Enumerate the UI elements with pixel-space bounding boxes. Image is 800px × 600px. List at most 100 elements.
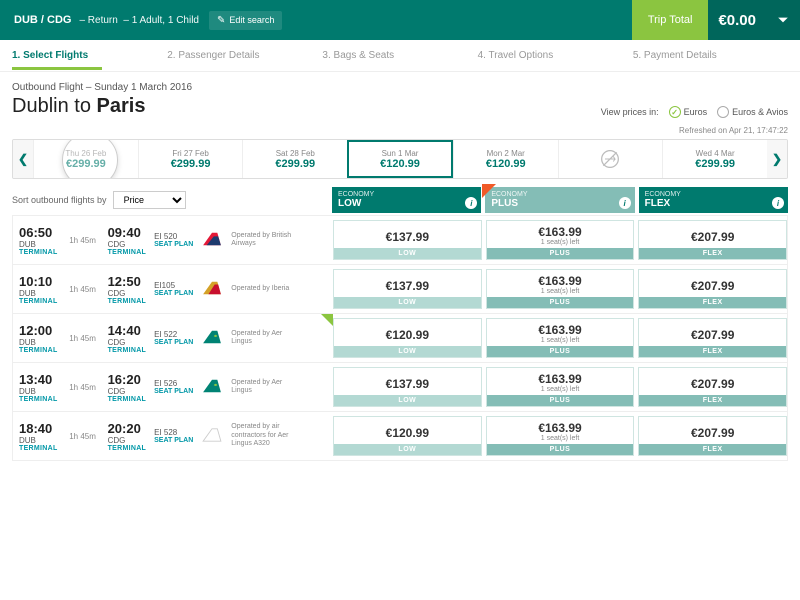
fare-price: €137.99 — [334, 368, 481, 395]
date-cell[interactable]: Mon 2 Mar €120.99 — [453, 140, 558, 178]
terminal-link[interactable]: TERMINAL — [19, 445, 58, 452]
seat-plan-link[interactable]: SEAT PLAN — [154, 241, 193, 248]
date-cell[interactable]: Wed 4 Mar €299.99 — [662, 140, 767, 178]
fare-low[interactable]: €137.99LOW — [333, 220, 482, 260]
airline-tail-icon — [201, 427, 223, 446]
date-cell[interactable]: Thu 26 Feb €299.99 — [33, 140, 138, 178]
terminal-link[interactable]: TERMINAL — [108, 298, 147, 305]
terminal-link[interactable]: TERMINAL — [19, 298, 58, 305]
flight-number: EI 526 — [154, 379, 193, 388]
terminal-link[interactable]: TERMINAL — [108, 445, 147, 452]
edit-search-label: Edit search — [229, 15, 274, 25]
fare-tag: FLEX — [639, 248, 786, 259]
fare-low[interactable]: €137.99LOW — [333, 269, 482, 309]
fare-low[interactable]: €120.99LOW — [333, 416, 482, 456]
terminal-link[interactable]: TERMINAL — [108, 249, 147, 256]
arrival-code: CDG — [108, 240, 147, 249]
terminal-link[interactable]: TERMINAL — [19, 396, 58, 403]
fare-plus[interactable]: €163.991 seat(s) leftPLUS — [486, 269, 635, 309]
trip-type: – Return – 1 Adult, 1 Child — [79, 15, 209, 26]
terminal-link[interactable]: TERMINAL — [108, 396, 147, 403]
departure-code: DUB — [19, 240, 58, 249]
edit-search-button[interactable]: ✎ Edit search — [209, 11, 282, 30]
sort-select[interactable]: Price — [113, 191, 186, 209]
fare-header-plus[interactable]: ECONOMY PLUS i — [485, 187, 634, 213]
arrival-time: 09:40 — [108, 225, 147, 240]
radio-euros-avios[interactable]: Euros & Avios — [717, 106, 788, 118]
date-cell-selected[interactable]: Sun 1 Mar €120.99 — [347, 140, 453, 178]
seat-plan-link[interactable]: SEAT PLAN — [154, 339, 193, 346]
date-prev-button[interactable]: ❮ — [13, 140, 33, 178]
fare-price: €163.99 — [487, 270, 634, 288]
date-slider: ❮ Thu 26 Feb €299.99 Fri 27 Feb €299.99 … — [12, 139, 788, 179]
flight-number: EI 522 — [154, 330, 193, 339]
seat-plan-link[interactable]: SEAT PLAN — [154, 290, 193, 297]
info-icon[interactable]: i — [465, 197, 477, 209]
date-cell[interactable]: Fri 27 Feb €299.99 — [138, 140, 243, 178]
fare-tag: LOW — [334, 248, 481, 259]
info-icon[interactable]: i — [772, 197, 784, 209]
fare-flex[interactable]: €207.99FLEX — [638, 416, 787, 456]
fare-plus[interactable]: €163.991 seat(s) leftPLUS — [486, 367, 635, 407]
seat-plan-link[interactable]: SEAT PLAN — [154, 437, 193, 444]
date-cell[interactable]: Sat 28 Feb €299.99 — [242, 140, 347, 178]
fare-price: €137.99 — [334, 221, 481, 248]
view-prices-label: View prices in: — [601, 107, 659, 117]
info-icon[interactable]: i — [619, 197, 631, 209]
radio-euros[interactable]: Euros — [669, 106, 708, 118]
date-cell-no-flight — [558, 140, 663, 178]
chevron-left-icon: ❮ — [18, 152, 28, 166]
fare-low[interactable]: €137.99LOW — [333, 367, 482, 407]
fare-tag: PLUS — [487, 297, 634, 308]
fare-price: €207.99 — [639, 319, 786, 346]
fare-low[interactable]: €120.99LOW — [333, 318, 482, 358]
departure-time: 18:40 — [19, 421, 58, 436]
chevron-down-icon — [777, 14, 789, 26]
terminal-link[interactable]: TERMINAL — [19, 249, 58, 256]
lowest-fare-sash-icon — [321, 314, 333, 326]
operated-by: Operated by Aer Lingus — [231, 330, 293, 347]
seat-plan-link[interactable]: SEAT PLAN — [154, 388, 193, 395]
fare-header-flex[interactable]: ECONOMY FLEX i — [639, 187, 788, 213]
step-select-flights[interactable]: 1. Select Flights — [12, 50, 167, 61]
fare-price: €207.99 — [639, 221, 786, 248]
fare-tag: LOW — [334, 444, 481, 455]
fare-price: €163.99 — [487, 221, 634, 239]
departure-code: DUB — [19, 387, 58, 396]
fare-flex[interactable]: €207.99FLEX — [638, 318, 787, 358]
arrival-time: 14:40 — [108, 323, 147, 338]
terminal-link[interactable]: TERMINAL — [108, 347, 147, 354]
departure-code: DUB — [19, 436, 58, 445]
seats-left: 1 seat(s) left — [487, 435, 634, 444]
flights-list: 06:50DUBTERMINAL1h 45m09:40CDGTERMINALEI… — [12, 215, 788, 461]
seats-left: 1 seat(s) left — [487, 239, 634, 248]
trip-total-price: €0.00 — [708, 0, 766, 40]
date-next-button[interactable]: ❯ — [767, 140, 787, 178]
operated-by: Operated by British Airways — [231, 232, 293, 249]
fare-plus[interactable]: €163.991 seat(s) leftPLUS — [486, 416, 635, 456]
flight-row: 12:00DUBTERMINAL1h 45m14:40CDGTERMINALEI… — [13, 313, 787, 362]
trip-total-toggle[interactable] — [766, 0, 800, 40]
arrival-code: CDG — [108, 387, 147, 396]
fare-flex[interactable]: €207.99FLEX — [638, 269, 787, 309]
sort-area: Sort outbound flights by Price — [12, 187, 328, 213]
fare-plus[interactable]: €163.991 seat(s) leftPLUS — [486, 220, 635, 260]
flight-info: 10:10DUBTERMINAL1h 45m12:50CDGTERMINALEI… — [13, 265, 329, 313]
departure-block: 18:40DUBTERMINAL — [19, 421, 58, 452]
fare-flex[interactable]: €207.99FLEX — [638, 220, 787, 260]
sort-label: Sort outbound flights by — [12, 195, 107, 205]
fare-header-low[interactable]: ECONOMY LOW i — [332, 187, 481, 213]
arrival-block: 16:20CDGTERMINAL — [108, 372, 147, 403]
flight-info: 06:50DUBTERMINAL1h 45m09:40CDGTERMINALEI… — [13, 216, 329, 264]
arrival-block: 12:50CDGTERMINAL — [108, 274, 147, 305]
flight-info: 18:40DUBTERMINAL1h 45m20:20CDGTERMINALEI… — [13, 412, 329, 460]
fare-flex[interactable]: €207.99FLEX — [638, 367, 787, 407]
departure-block: 12:00DUBTERMINAL — [19, 323, 58, 354]
fare-price: €163.99 — [487, 368, 634, 386]
fare-price: €207.99 — [639, 417, 786, 444]
fare-tag: LOW — [334, 297, 481, 308]
outbound-date-label: Outbound Flight – Sunday 1 March 2016 — [12, 82, 192, 93]
terminal-link[interactable]: TERMINAL — [19, 347, 58, 354]
flight-row: 13:40DUBTERMINAL1h 45m16:20CDGTERMINALEI… — [13, 362, 787, 411]
fare-plus[interactable]: €163.991 seat(s) leftPLUS — [486, 318, 635, 358]
